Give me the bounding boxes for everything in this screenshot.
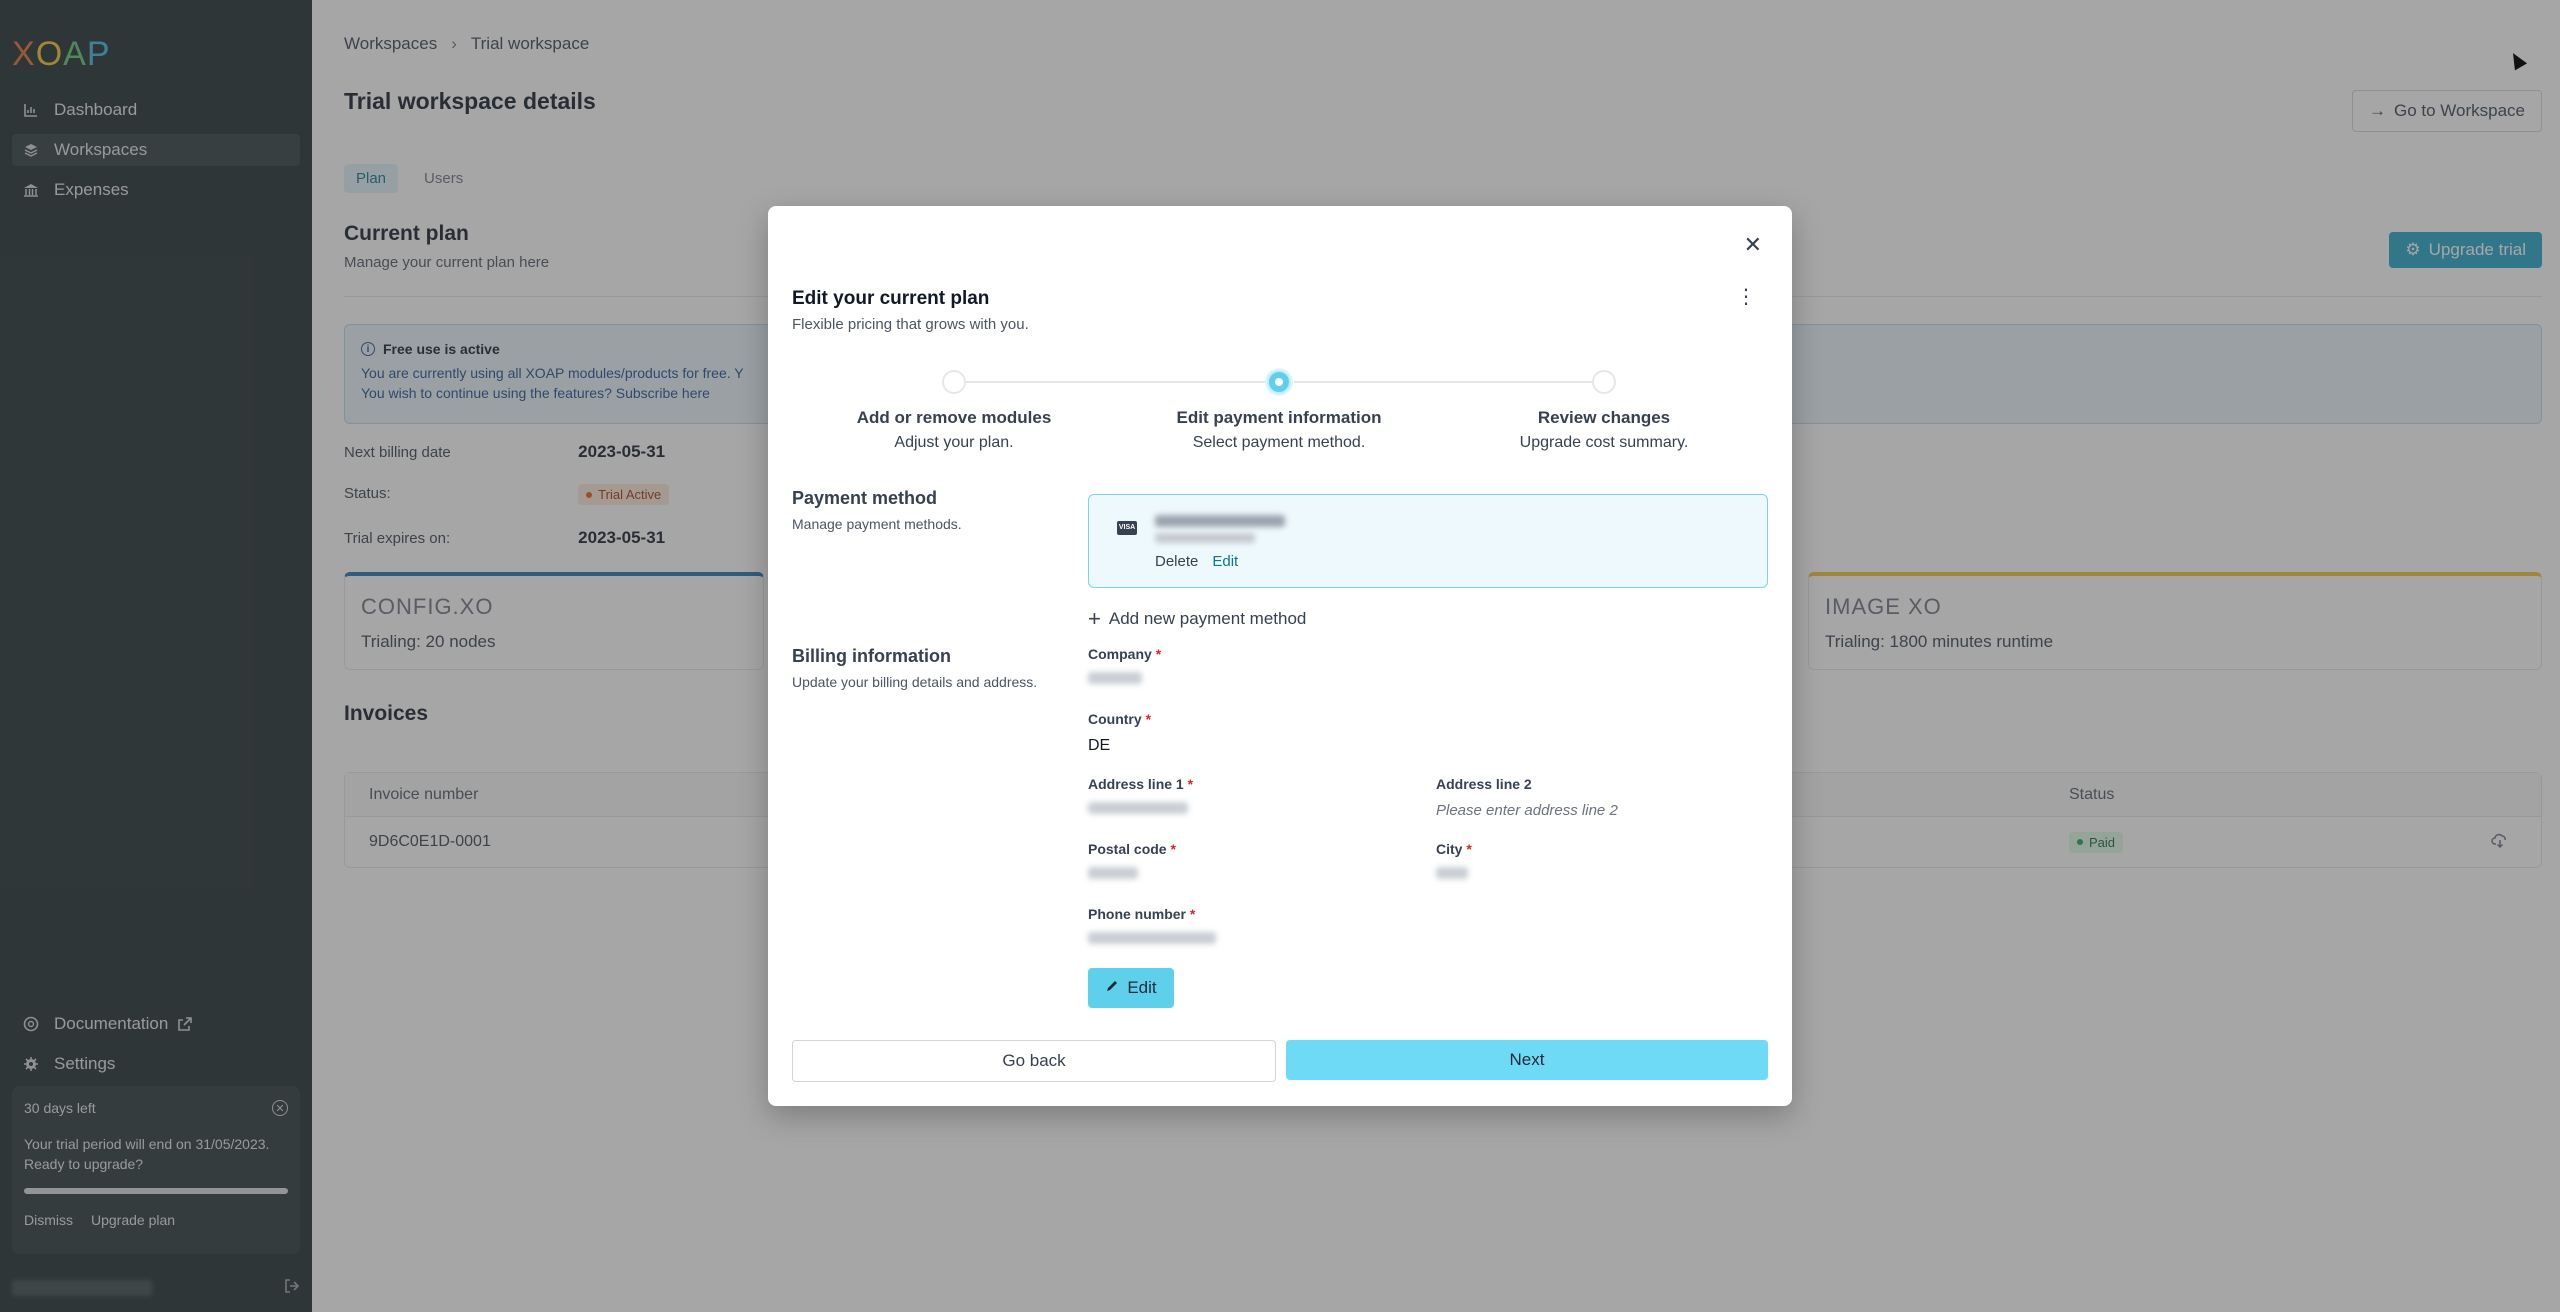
city-value-redacted xyxy=(1436,867,1468,879)
card-number-redacted xyxy=(1155,515,1285,527)
company-field[interactable]: Company * xyxy=(1088,646,1388,684)
company-value-redacted xyxy=(1088,672,1142,684)
step-connector xyxy=(954,381,1266,383)
postal-code-field[interactable]: Postal code * xyxy=(1088,841,1388,879)
modal-title: Edit your current plan xyxy=(792,288,990,309)
billing-info-desc: Update your billing details and address. xyxy=(792,674,1038,690)
payment-method-label: Payment method xyxy=(792,488,938,508)
step-3-dot[interactable] xyxy=(1592,370,1616,394)
close-icon[interactable]: ✕ xyxy=(1744,232,1762,258)
payment-method-desc: Manage payment methods. xyxy=(792,516,962,532)
edit-plan-modal: ✕ ⋮ Edit your current plan Flexible pric… xyxy=(768,206,1792,1106)
modal-subtitle: Flexible pricing that grows with you. xyxy=(792,316,1029,333)
postal-value-redacted xyxy=(1088,867,1138,879)
step-title: Edit payment information xyxy=(1176,408,1382,427)
phone-value-redacted xyxy=(1088,932,1216,944)
stepper: Add or remove modules Adjust your plan. … xyxy=(792,366,1768,456)
country-value: DE xyxy=(1088,737,1111,754)
delete-payment-button[interactable]: Delete xyxy=(1155,553,1198,570)
edit-billing-button[interactable]: Edit xyxy=(1088,968,1174,1008)
plus-icon: + xyxy=(1088,606,1101,631)
address-2-placeholder: Please enter address line 2 xyxy=(1436,802,1618,819)
pencil-icon xyxy=(1105,978,1119,998)
step-desc: Select payment method. xyxy=(1192,434,1366,451)
step-desc: Upgrade cost summary. xyxy=(1519,434,1689,451)
step-3: Review changes Upgrade cost summary. xyxy=(1454,408,1754,452)
step-2-dot[interactable] xyxy=(1267,370,1291,394)
address-line-2-field[interactable]: Address line 2 Please enter address line… xyxy=(1436,776,1766,819)
city-field[interactable]: City * xyxy=(1436,841,1766,879)
billing-info-label: Billing information xyxy=(792,646,951,666)
country-field[interactable]: Country * DE xyxy=(1088,711,1388,755)
visa-card-icon: VISA xyxy=(1117,521,1137,535)
step-title: Add or remove modules xyxy=(856,408,1052,427)
address-line-1-field[interactable]: Address line 1 * xyxy=(1088,776,1388,814)
step-title: Review changes xyxy=(1537,408,1671,427)
step-2: Edit payment information Select payment … xyxy=(1129,408,1429,452)
next-button[interactable]: Next xyxy=(1286,1040,1768,1080)
step-desc: Adjust your plan. xyxy=(894,434,1014,451)
card-expiry-redacted xyxy=(1155,533,1255,543)
edit-payment-button[interactable]: Edit xyxy=(1212,553,1238,570)
phone-number-field[interactable]: Phone number * xyxy=(1088,906,1388,944)
step-1: Add or remove modules Adjust your plan. xyxy=(804,408,1104,452)
address-1-value-redacted xyxy=(1088,802,1188,814)
add-payment-method-button[interactable]: + Add new payment method xyxy=(1088,606,1306,632)
go-back-button[interactable]: Go back xyxy=(792,1040,1276,1082)
more-options-icon[interactable]: ⋮ xyxy=(1736,287,1756,307)
step-1-dot[interactable] xyxy=(942,370,966,394)
payment-method-card[interactable]: VISA Delete Edit xyxy=(1088,494,1768,588)
step-connector xyxy=(1294,381,1606,383)
